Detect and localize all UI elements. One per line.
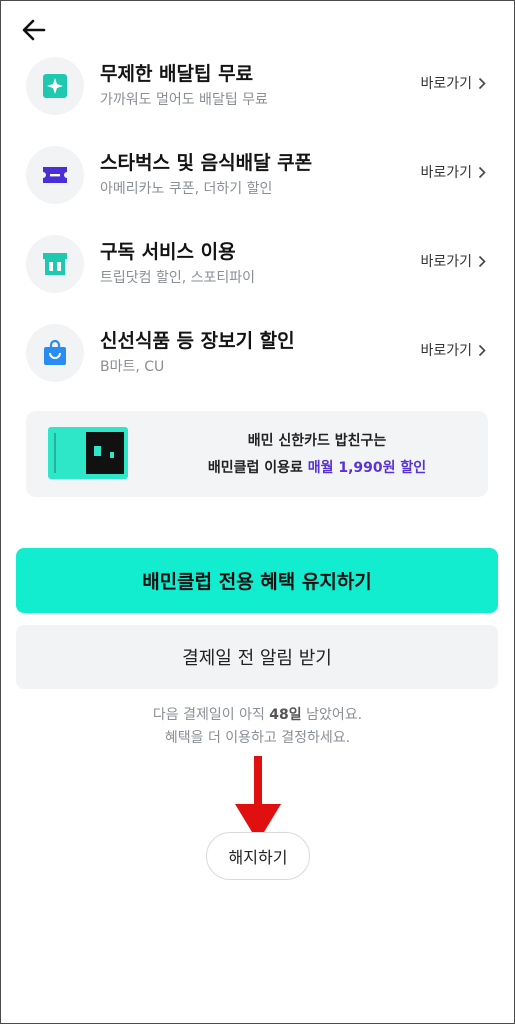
benefit-subtitle: 아메리카노 쿠폰, 더하기 할인	[100, 181, 273, 197]
promo-discount-highlight: 매월 1,990원 할인	[307, 460, 427, 476]
benefit-title: 신선식품 등 장보기 할인	[100, 330, 295, 352]
benefit-title: 구독 서비스 이용	[100, 241, 236, 263]
back-button[interactable]	[18, 14, 50, 46]
unsubscribe-button[interactable]: 해지하기	[206, 832, 310, 880]
ticket-icon	[43, 167, 67, 183]
shortcut-label: 바로가기	[420, 343, 472, 359]
benefit-subtitle: 가까워도 멀어도 배달팁 무료	[100, 92, 268, 108]
chevron-right-icon	[478, 166, 486, 178]
benefit-shortcut-link[interactable]: 바로가기	[420, 251, 486, 271]
notice-prefix: 다음 결제일이 아직	[152, 707, 270, 723]
benefit-subtitle: 트립닷컴 할인, 스포티파이	[100, 270, 256, 286]
shortcut-label: 바로가기	[420, 165, 472, 181]
shortcut-label: 바로가기	[420, 254, 472, 270]
chevron-right-icon	[478, 344, 486, 356]
benefit-title: 스타벅스 및 음식배달 쿠폰	[100, 152, 313, 174]
benefit-icon-circle	[26, 235, 84, 293]
benefit-shortcut-link[interactable]: 바로가기	[420, 162, 486, 182]
benefit-item-delivery-tip[interactable]: 무제한 배달팁 무료 가까워도 멀어도 배달팁 무료 바로가기	[26, 57, 490, 131]
next-payment-notice: 다음 결제일이 아직 48일 남았어요.	[0, 704, 515, 724]
benefit-icon-circle	[26, 146, 84, 204]
notice-suffix: 남았어요.	[301, 707, 363, 723]
notice-line-2: 혜택을 더 이용하고 결정하세요.	[164, 730, 351, 746]
shopping-bag-icon	[44, 340, 66, 365]
benefit-item-grocery[interactable]: 신선식품 등 장보기 할인 B마트, CU 바로가기	[26, 324, 490, 398]
benefit-title: 무제한 배달팁 무료	[100, 63, 254, 85]
chevron-right-icon	[478, 255, 486, 267]
payment-reminder-button[interactable]: 결제일 전 알림 받기	[16, 625, 498, 689]
notice-days: 48일	[269, 707, 302, 723]
chevron-right-icon	[478, 77, 486, 89]
card-promo-banner[interactable]: 배민 신한카드 밥친구는 배민클럽 이용료 매월 1,990원 할인	[26, 411, 488, 497]
keep-benefits-button[interactable]: 배민클럽 전용 혜택 유지하기	[16, 548, 498, 613]
benefit-item-subscription[interactable]: 구독 서비스 이용 트립닷컴 할인, 스포티파이 바로가기	[26, 235, 490, 309]
red-down-arrow-annotation	[235, 756, 281, 842]
sparkle-icon	[43, 74, 67, 98]
credit-card-image	[48, 427, 128, 479]
benefit-shortcut-link[interactable]: 바로가기	[420, 340, 486, 360]
back-arrow-icon	[22, 19, 46, 41]
benefit-item-coupon[interactable]: 스타벅스 및 음식배달 쿠폰 아메리카노 쿠폰, 더하기 할인 바로가기	[26, 146, 490, 220]
benefit-shortcut-link[interactable]: 바로가기	[420, 73, 486, 93]
benefit-icon-circle	[26, 57, 84, 115]
promo-line-1: 배민 신한카드 밥친구는	[247, 433, 387, 449]
promo-line-2: 배민클럽 이용료 매월 1,990원 할인	[156, 457, 478, 477]
benefit-icon-circle	[26, 324, 84, 382]
shortcut-label: 바로가기	[420, 76, 472, 92]
promo-line-2-prefix: 배민클럽 이용료	[207, 460, 308, 476]
store-icon	[43, 253, 67, 275]
benefit-subtitle: B마트, CU	[100, 359, 165, 375]
